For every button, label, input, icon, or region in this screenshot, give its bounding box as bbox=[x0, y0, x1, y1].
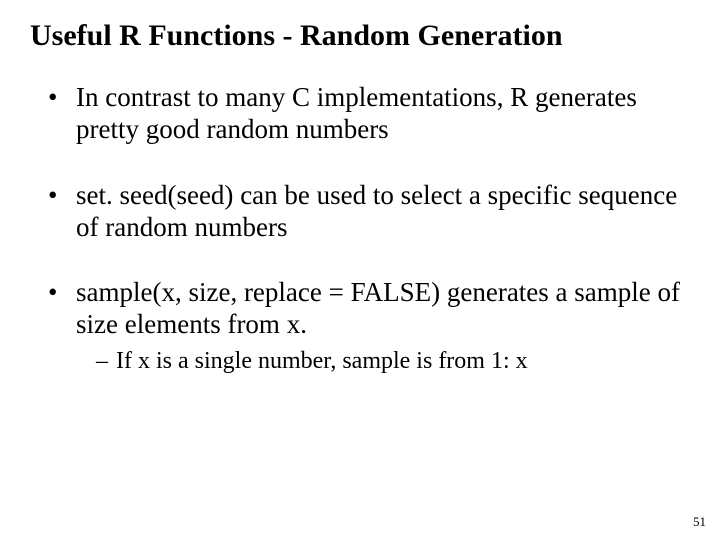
sub1-mid: is a single number, sample is from bbox=[150, 348, 491, 374]
bullet-2-fn: set. seed(seed) bbox=[76, 180, 233, 210]
bullet-3-x: x bbox=[287, 309, 301, 339]
bullet-3-period: . bbox=[300, 309, 307, 339]
bullet-2: set. seed(seed) can be used to select a … bbox=[48, 180, 682, 244]
bullet-1-text-pre: In contrast to many bbox=[76, 82, 292, 112]
page-number: 51 bbox=[693, 514, 706, 530]
bullet-3-rest1: generates a sample of bbox=[440, 277, 680, 307]
sub-bullet-1: If x is a single number, sample is from … bbox=[96, 347, 682, 375]
slide-content: In contrast to many C implementations, R… bbox=[0, 54, 720, 375]
sub1-x: x bbox=[138, 348, 150, 374]
sub1-range: 1: x bbox=[491, 348, 528, 374]
bullet-3-size: size bbox=[76, 309, 118, 339]
slide-title: Useful R Functions - Random Generation bbox=[0, 0, 720, 54]
bullet-3: sample(x, size, replace = FALSE) generat… bbox=[48, 277, 682, 375]
bullet-1: In contrast to many C implementations, R… bbox=[48, 82, 682, 146]
bullet-3-rest2: elements from bbox=[118, 309, 287, 339]
bullet-1-r: R bbox=[510, 82, 528, 112]
bullet-1-text-mid: implementations, bbox=[310, 82, 510, 112]
bullet-1-c: C bbox=[292, 82, 310, 112]
sub1-pre: If bbox=[116, 348, 138, 374]
bullet-3-fn: sample(x, size, replace = FALSE) bbox=[76, 277, 440, 307]
